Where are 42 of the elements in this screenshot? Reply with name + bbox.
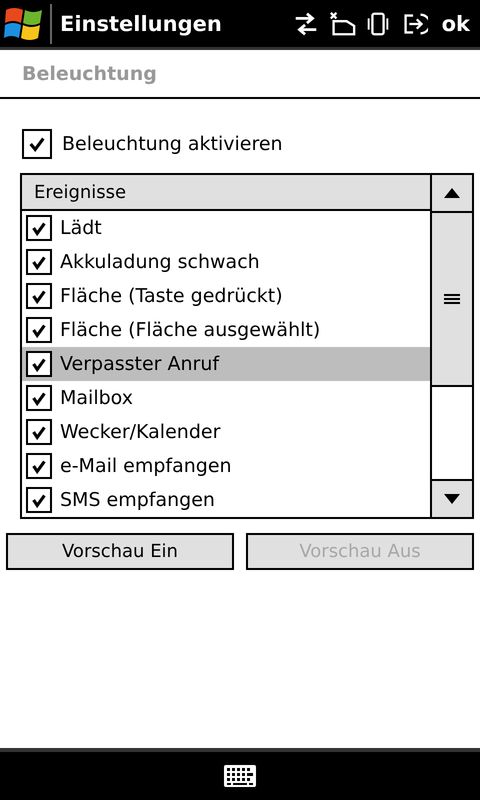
list-item[interactable]: Fläche (Fläche ausgewählt) (22, 313, 430, 347)
list-item[interactable]: SMS empfangen (22, 483, 430, 517)
scrollbar[interactable] (430, 175, 472, 517)
scroll-down-icon[interactable] (444, 494, 460, 504)
list-item[interactable]: Akkuladung schwach (22, 245, 430, 279)
no-signal-icon (328, 10, 356, 38)
checkbox[interactable] (22, 129, 52, 159)
start-logo-icon[interactable] (4, 6, 44, 42)
scroll-up-icon[interactable] (444, 188, 460, 198)
list-item[interactable]: Verpasster Anruf (22, 347, 430, 381)
checkbox[interactable] (26, 385, 52, 411)
ok-button[interactable]: ok (436, 12, 480, 36)
item-label: Fläche (Taste gedrückt) (60, 285, 283, 307)
column-header: Ereignisse (22, 175, 430, 211)
checkbox[interactable] (26, 249, 52, 275)
item-label: Fläche (Fläche ausgewählt) (60, 319, 320, 341)
checkbox[interactable] (26, 351, 52, 377)
checkbox[interactable] (26, 419, 52, 445)
list-item[interactable]: Wecker/Kalender (22, 415, 430, 449)
checkbox[interactable] (26, 317, 52, 343)
checkbox[interactable] (26, 283, 52, 309)
checkbox[interactable] (26, 487, 52, 513)
checkbox-label[interactable]: Beleuchtung aktivieren (62, 133, 283, 155)
item-label: Lädt (60, 217, 102, 239)
list-item[interactable]: e-Mail empfangen (22, 449, 430, 483)
keyboard-icon[interactable] (224, 765, 256, 787)
item-label: Akkuladung schwach (60, 251, 260, 273)
page-title: Beleuchtung (22, 62, 157, 84)
item-label: Wecker/Kalender (60, 421, 220, 443)
item-label: Mailbox (60, 387, 133, 409)
checkbox[interactable] (26, 453, 52, 479)
list-item[interactable]: Lädt (22, 211, 430, 245)
list-item[interactable]: Mailbox (22, 381, 430, 415)
item-label: Verpasster Anruf (60, 353, 220, 375)
checkbox[interactable] (26, 215, 52, 241)
grip-icon[interactable] (444, 294, 460, 304)
check-icon (28, 135, 46, 153)
item-label: SMS empfangen (60, 489, 215, 511)
list-item[interactable]: Fläche (Taste gedrückt) (22, 279, 430, 313)
item-label: e-Mail empfangen (60, 455, 232, 477)
preview-button[interactable]: Vorschau Ein (6, 533, 234, 570)
window-title: Einstellungen (60, 12, 223, 36)
